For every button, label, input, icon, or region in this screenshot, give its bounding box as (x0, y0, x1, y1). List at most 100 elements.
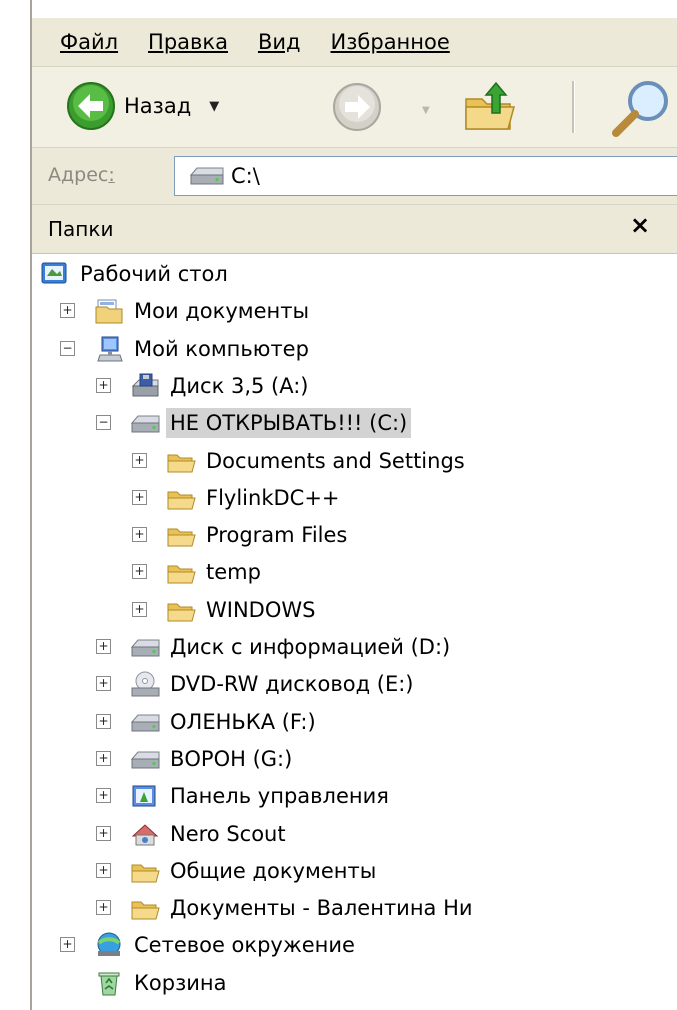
expand-icon[interactable]: + (132, 489, 147, 505)
menu-view-label: Вид (257, 30, 301, 54)
tree-node-label[interactable]: FlylinkDC++ (202, 483, 344, 513)
address-label-text: Адрес (48, 164, 109, 186)
tree-node-label[interactable]: Корзина (130, 968, 231, 998)
tree-node[interactable]: + DVD-RW дисковод (E:) (32, 666, 677, 702)
expand-icon[interactable]: + (96, 639, 111, 654)
tree-node-label[interactable]: Общие документы (166, 856, 380, 886)
address-bar: Адрес: C:\ (32, 148, 677, 205)
expand-icon[interactable]: + (96, 377, 111, 393)
expand-icon[interactable]: + (96, 825, 111, 841)
tree-node-label[interactable]: Documents and Settings (202, 446, 469, 476)
toolbar: Назад ▼ ▼ (32, 67, 677, 148)
nero-scout-icon (131, 823, 159, 845)
expand-icon[interactable]: + (96, 750, 111, 766)
menu-edit[interactable]: Правка (148, 30, 228, 54)
expand-icon[interactable]: + (132, 564, 147, 580)
explorer-window: Файл Правка Вид Избранное Назад ▼ ▼ Адре… (30, 0, 677, 1010)
expand-icon[interactable]: + (96, 713, 111, 729)
hard-drive-icon (130, 751, 160, 769)
search-magnifier-icon (612, 81, 668, 137)
expand-icon[interactable]: + (132, 527, 147, 543)
tree-node[interactable]: + Nero Scout (32, 816, 677, 852)
tree-node-label[interactable]: Nero Scout (166, 819, 290, 849)
tree-node[interactable]: + Documents and Settings (32, 443, 677, 479)
forward-button[interactable] (332, 82, 382, 136)
menu-favorites-label: Избранное (330, 30, 450, 54)
hard-drive-icon (130, 714, 160, 732)
tree-node-label[interactable]: Мой компьютер (130, 334, 313, 364)
menu-file-label: Файл (60, 30, 119, 54)
expand-icon[interactable]: + (132, 601, 147, 617)
tree-node[interactable]: + FlylinkDC++ (32, 480, 677, 516)
tree-node-label[interactable]: Сетевое окружение (130, 930, 359, 960)
tree-node-label[interactable]: Рабочий стол (76, 259, 232, 289)
tree-node[interactable]: + Панель управления (32, 778, 677, 814)
back-dropdown-arrow-icon[interactable]: ▼ (209, 99, 219, 114)
tree-node[interactable]: + Диск 3,5 (A:) (32, 368, 677, 404)
tree-node-label[interactable]: DVD-RW дисковод (E:) (166, 669, 418, 699)
menu-file[interactable]: Файл (60, 30, 118, 54)
expand-icon[interactable]: + (60, 303, 75, 319)
tree-node[interactable]: + Сетевое окружение (32, 927, 677, 963)
tree-node[interactable]: Корзина (32, 965, 677, 1001)
close-pane-icon[interactable]: × (630, 211, 650, 239)
tree-node[interactable]: Рабочий стол (32, 256, 677, 292)
dvd-drive-icon (131, 671, 160, 697)
tree-node-label[interactable]: Диск с информацией (D:) (166, 632, 454, 662)
expand-icon[interactable]: + (96, 788, 111, 804)
forward-dropdown-arrow-icon: ▼ (422, 105, 430, 116)
tree-node-label[interactable]: Мои документы (130, 296, 313, 326)
control-panel-icon (132, 785, 156, 807)
search-button[interactable] (604, 77, 674, 141)
collapse-icon[interactable]: − (96, 415, 111, 431)
tree-node-label[interactable]: Документы - Валентина Ни (166, 893, 477, 923)
tree-node[interactable]: + Program Files (32, 517, 677, 553)
tree-node[interactable]: − НЕ ОТКРЫВАТЬ!!! (C:) (32, 405, 677, 441)
tree-node-label[interactable]: temp (202, 557, 265, 587)
tree-node[interactable]: − Мой компьютер (32, 331, 677, 367)
folder-icon (167, 454, 196, 472)
window-top-gap (32, 0, 677, 18)
back-button[interactable]: Назад ▼ (66, 81, 219, 131)
folder-icon (131, 864, 160, 883)
folder-tree: Рабочий стол + Мои документы − Мой компьютер… (32, 254, 677, 1010)
tree-node-label[interactable]: WINDOWS (202, 595, 319, 625)
my-documents-icon (95, 299, 123, 324)
expand-icon[interactable]: + (96, 862, 111, 878)
expand-icon[interactable]: + (132, 452, 147, 468)
back-button-label: Назад (124, 94, 192, 118)
expand-icon[interactable]: + (96, 676, 111, 692)
address-label-colon: : (108, 164, 115, 186)
collapse-icon[interactable]: − (60, 340, 75, 356)
tree-node[interactable]: + ВОРОН (G:) (32, 741, 677, 777)
tree-node[interactable]: + temp (32, 554, 677, 590)
my-computer-icon (97, 336, 123, 362)
network-icon (97, 932, 121, 957)
expand-icon[interactable]: + (96, 900, 111, 916)
tree-node-label[interactable]: ВОРОН (G:) (166, 744, 296, 774)
tree-node[interactable]: + ОЛЕНЬКА (F:) (32, 704, 677, 740)
tree-node[interactable]: + Общие документы (32, 853, 677, 889)
outer-background (0, 0, 30, 1010)
hard-drive-icon (130, 639, 160, 657)
tree-node-label[interactable]: Program Files (202, 520, 351, 550)
tree-node[interactable]: + Мои документы (32, 293, 677, 329)
tree-node[interactable]: + WINDOWS (32, 592, 677, 628)
menu-edit-label: Правка (148, 30, 228, 54)
tree-node[interactable]: + Документы - Валентина Ни (32, 890, 677, 926)
address-field[interactable]: C:\ (174, 156, 677, 196)
up-folder-button[interactable] (462, 79, 520, 139)
tree-node-label[interactable]: НЕ ОТКРЫВАТЬ!!! (C:) (166, 408, 412, 439)
folder-up-icon (465, 81, 515, 130)
tree-node-label[interactable]: Диск 3,5 (A:) (166, 371, 313, 401)
tree-node-label[interactable]: ОЛЕНЬКА (F:) (166, 707, 320, 737)
folder-icon (131, 901, 160, 920)
toolbar-separator (572, 81, 575, 133)
hard-drive-icon (189, 167, 224, 185)
expand-icon[interactable]: + (60, 937, 75, 953)
menu-view[interactable]: Вид (258, 30, 301, 54)
folder-icon (167, 528, 196, 547)
tree-node-label[interactable]: Панель управления (166, 781, 393, 811)
tree-node[interactable]: + Диск с информацией (D:) (32, 629, 677, 665)
menu-favorites[interactable]: Избранное (331, 30, 450, 54)
